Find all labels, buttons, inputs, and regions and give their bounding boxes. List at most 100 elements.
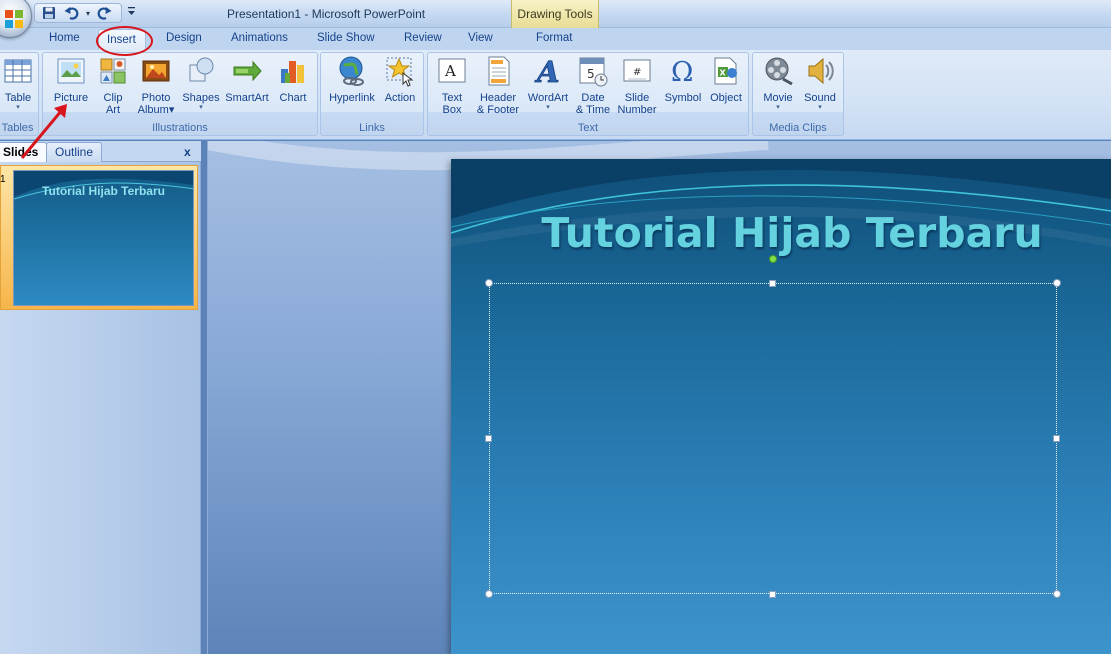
movie-button[interactable]: Movie ▾ [757,55,799,112]
dropdown-arrow-icon: ▾ [546,104,550,111]
resize-handle-bottom[interactable] [769,591,776,598]
resize-handle-left[interactable] [485,435,492,442]
tab-slides[interactable]: Slides [0,142,48,162]
tab-animations[interactable]: Animations [231,32,288,44]
slide-number-label-1: Slide [624,92,650,104]
tab-design[interactable]: Design [166,32,202,44]
chart-label: Chart [279,92,307,104]
dropdown-arrow-icon: ▾ [168,104,175,116]
resize-handle-bottom-left[interactable] [485,590,493,598]
resize-handle-bottom-right[interactable] [1053,590,1061,598]
shapes-icon [189,57,214,82]
slide-number-label-2: Number [617,104,657,116]
rotate-handle[interactable] [769,255,777,263]
customize-qat-icon[interactable] [127,5,137,21]
picture-icon [57,58,85,84]
date-time-button[interactable]: 5 Date & Time [574,55,612,116]
tab-slide-show[interactable]: Slide Show [317,32,375,44]
date-time-icon: 5 [579,57,608,87]
table-button[interactable]: Table ▾ [1,55,35,112]
date-time-label-1: Date [581,92,605,104]
svg-text:X: X [720,69,727,78]
window-title: Presentation1 - Microsoft PowerPoint [227,7,426,21]
hyperlink-icon [339,56,364,86]
dropdown-arrow-icon: ▾ [776,104,780,111]
chart-button[interactable]: Chart [273,55,313,104]
hyperlink-label: Hyperlink [329,92,375,104]
group-illustrations: Picture Clip Art Photo Album▾ Shapes ▾ S… [42,52,318,136]
action-icon [386,57,414,87]
header-footer-button[interactable]: Header & Footer [472,55,524,116]
slides-pane: Slides Outline x 1 Tutorial Hijab Terbar… [0,141,201,654]
clip-art-label-1: Clip [103,92,123,104]
text-box-icon: A [438,58,466,83]
group-text: A Text Box Header & Footer A WordArt ▾ 5… [427,52,749,136]
tab-format[interactable]: Format [536,32,572,44]
dropdown-arrow-icon: ▾ [818,104,822,111]
slide-number-button[interactable]: # Slide Number [614,55,660,116]
tab-home[interactable]: Home [49,32,80,44]
smartart-button[interactable]: SmartArt [223,55,271,104]
chart-icon [281,61,304,83]
sound-button[interactable]: Sound ▾ [799,55,841,112]
tab-view[interactable]: View [468,32,493,44]
tab-outline[interactable]: Outline [46,142,103,162]
resize-handle-top[interactable] [769,280,776,287]
picture-button[interactable]: Picture [49,55,93,104]
wordart-icon: A [534,55,560,90]
table-icon [4,59,32,83]
sound-icon [808,57,834,85]
group-label-illustrations: Illustrations [152,122,208,134]
ribbon-tabs: Home Design Animations Slide Show Review… [0,28,1111,50]
dropdown-arrow-icon: ▾ [16,104,20,111]
thumbnail-title: Tutorial Hijab Terbaru [42,184,165,198]
photo-album-button[interactable]: Photo Album▾ [133,55,179,116]
sound-label: Sound [804,92,836,104]
symbol-icon: Ω [671,57,693,88]
symbol-label: Symbol [664,92,702,104]
tab-insert[interactable]: Insert [98,29,146,51]
tab-insert-label: Insert [107,34,136,46]
resize-handle-top-left[interactable] [485,279,493,287]
slide-number-icon: # [623,59,651,82]
tab-review[interactable]: Review [404,32,442,44]
table-label: Table [4,92,32,104]
save-icon[interactable] [40,5,58,21]
clip-art-label-2: Art [105,104,121,116]
group-tables: Table ▾ Tables [0,52,39,136]
wordart-label: WordArt [527,92,569,104]
slide-thumbnail[interactable]: Tutorial Hijab Terbaru [13,170,194,306]
object-button[interactable]: X Object [706,55,746,104]
header-footer-label-1: Header [479,92,517,104]
ribbon: Table ▾ Tables Picture Clip Art Photo Al… [0,50,1111,140]
clip-art-button[interactable]: Clip Art [95,55,131,116]
resize-handle-right[interactable] [1053,435,1060,442]
drawing-tools-contextual-label: Drawing Tools [511,0,599,28]
symbol-button[interactable]: Ω Symbol [662,55,704,104]
svg-text:#: # [633,67,641,78]
text-box-label-1: Text [441,92,463,104]
shapes-button[interactable]: Shapes ▾ [181,55,221,112]
smartart-icon [233,60,262,82]
resize-handle-top-right[interactable] [1053,279,1061,287]
quick-access-toolbar: ▾ [34,3,122,23]
content-placeholder[interactable] [489,283,1057,594]
picture-label: Picture [53,92,89,104]
title-bar: ▾ Presentation1 - Microsoft PowerPoint D… [0,0,1111,28]
clip-art-icon [100,58,126,84]
shapes-label: Shapes [182,92,220,104]
group-label-media-clips: Media Clips [769,122,827,134]
group-label-tables: Tables [1,122,34,134]
movie-label: Movie [763,92,793,104]
slide-thumbnail-number: 1 [0,174,6,185]
close-icon[interactable]: x [184,145,191,159]
wordart-button[interactable]: A WordArt ▾ [524,55,572,112]
hyperlink-button[interactable]: Hyperlink [325,55,379,104]
photo-album-label-1: Photo [141,92,171,104]
action-label: Action [384,92,416,104]
action-button[interactable]: Action [379,55,421,104]
text-box-button[interactable]: A Text Box [434,55,470,116]
redo-icon[interactable] [95,5,113,21]
pane-tabs: Slides Outline x [0,141,201,162]
slide-title[interactable]: Tutorial Hijab Terbaru [450,209,1111,257]
